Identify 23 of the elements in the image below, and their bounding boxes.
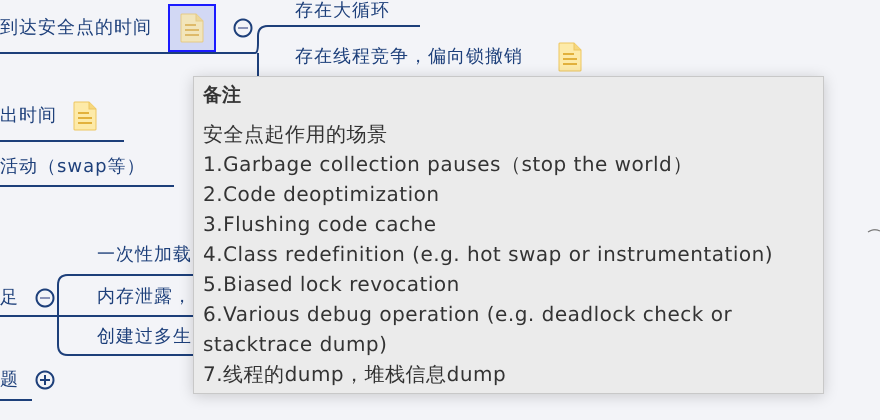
topic-text[interactable]: 存在线程竞争，偏向锁撤销 bbox=[295, 46, 523, 68]
note-text: 5.Biased lock revocation bbox=[203, 271, 460, 298]
note-text: 安全点起作用的场景 bbox=[203, 121, 388, 148]
note-text: 6.Various debug operation (e.g. deadlock check or stacktrace dump) bbox=[203, 301, 734, 358]
topic-text[interactable]: 活动（swap等） bbox=[0, 156, 146, 178]
note-text: 7.线程的dump，堆栈信息dump bbox=[203, 361, 506, 388]
topic-text[interactable]: 出时间 bbox=[0, 105, 57, 127]
selected-note-icon[interactable] bbox=[168, 4, 216, 52]
note-text: 2.Code deoptimization bbox=[203, 181, 440, 208]
topic-text[interactable]: 一次性加载 bbox=[97, 244, 192, 266]
topic-text[interactable]: 足 bbox=[0, 287, 19, 309]
note-text: 3.Flushing code cache bbox=[203, 211, 437, 238]
popup-title: 备注 bbox=[203, 83, 241, 108]
topic-text[interactable]: 内存泄露， bbox=[97, 286, 192, 308]
topic-text[interactable]: 创建过多生 bbox=[97, 326, 192, 348]
topic-text[interactable]: 到达安全点的时间 bbox=[0, 17, 152, 39]
note-text: 1.Garbage collection pauses（stop the world） bbox=[203, 151, 693, 178]
topic-text[interactable]: 存在大循环 bbox=[295, 0, 390, 22]
note-text: 4.Class redefinition (e.g. hot swap or instrumentation) bbox=[203, 241, 774, 268]
expand-icon[interactable] bbox=[35, 370, 55, 390]
collapse-icon[interactable] bbox=[35, 288, 55, 308]
collapse-icon[interactable] bbox=[233, 18, 253, 38]
topic-text[interactable]: 题 bbox=[0, 369, 19, 391]
